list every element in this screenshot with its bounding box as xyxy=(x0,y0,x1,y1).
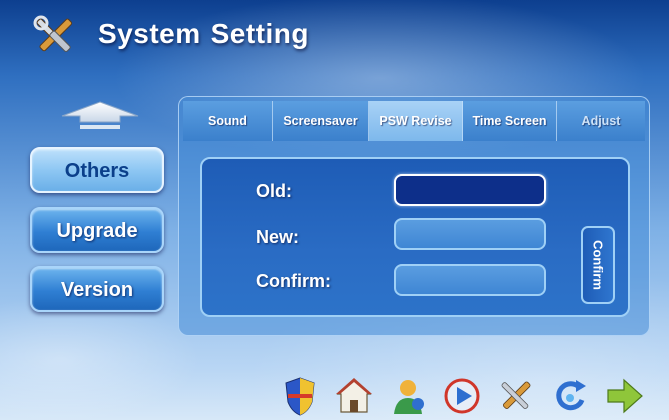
tab-adjust[interactable]: Adjust xyxy=(557,101,645,141)
tab-bar: Sound Screensaver PSW Revise Time Screen… xyxy=(183,101,645,141)
title-word-2: Setting xyxy=(210,18,310,49)
old-password-label: Old: xyxy=(256,181,292,201)
sidebar-item-label: Version xyxy=(60,279,134,301)
new-password-field[interactable] xyxy=(394,218,546,250)
confirm-button[interactable]: Confirm xyxy=(581,226,615,304)
sidebar-item-label: Others xyxy=(64,160,130,182)
tools-icon xyxy=(33,15,73,52)
dock xyxy=(270,372,669,420)
page-title: System Setting xyxy=(98,18,309,50)
arrow-right-icon[interactable] xyxy=(604,374,644,418)
confirm-button-label: Confirm xyxy=(590,240,606,290)
sidebar-item-version[interactable]: Version xyxy=(30,266,164,312)
play-icon[interactable] xyxy=(442,374,482,418)
title-word-1: System xyxy=(98,18,201,49)
header: System Setting xyxy=(0,0,669,80)
sidebar-item-label: Upgrade xyxy=(56,220,138,242)
sidebar-item-others[interactable]: Others xyxy=(30,147,164,193)
new-password-label: New: xyxy=(256,227,300,247)
shield-icon[interactable] xyxy=(280,374,320,418)
tab-sound[interactable]: Sound xyxy=(183,101,273,141)
user-icon[interactable] xyxy=(388,374,428,418)
tab-screensaver[interactable]: Screensaver xyxy=(273,101,369,141)
old-password-field[interactable] xyxy=(394,174,546,206)
tools-icon[interactable] xyxy=(496,374,536,418)
confirm-password-label: Confirm: xyxy=(256,271,331,291)
refresh-icon[interactable] xyxy=(550,374,590,418)
tab-time-screen[interactable]: Time Screen xyxy=(463,101,557,141)
home-icon[interactable] xyxy=(334,374,374,418)
sidebar-item-upgrade[interactable]: Upgrade xyxy=(30,207,164,253)
tab-psw-revise[interactable]: PSW Revise xyxy=(369,101,463,141)
up-arrow-icon[interactable] xyxy=(58,100,142,132)
confirm-password-field[interactable] xyxy=(394,264,546,296)
